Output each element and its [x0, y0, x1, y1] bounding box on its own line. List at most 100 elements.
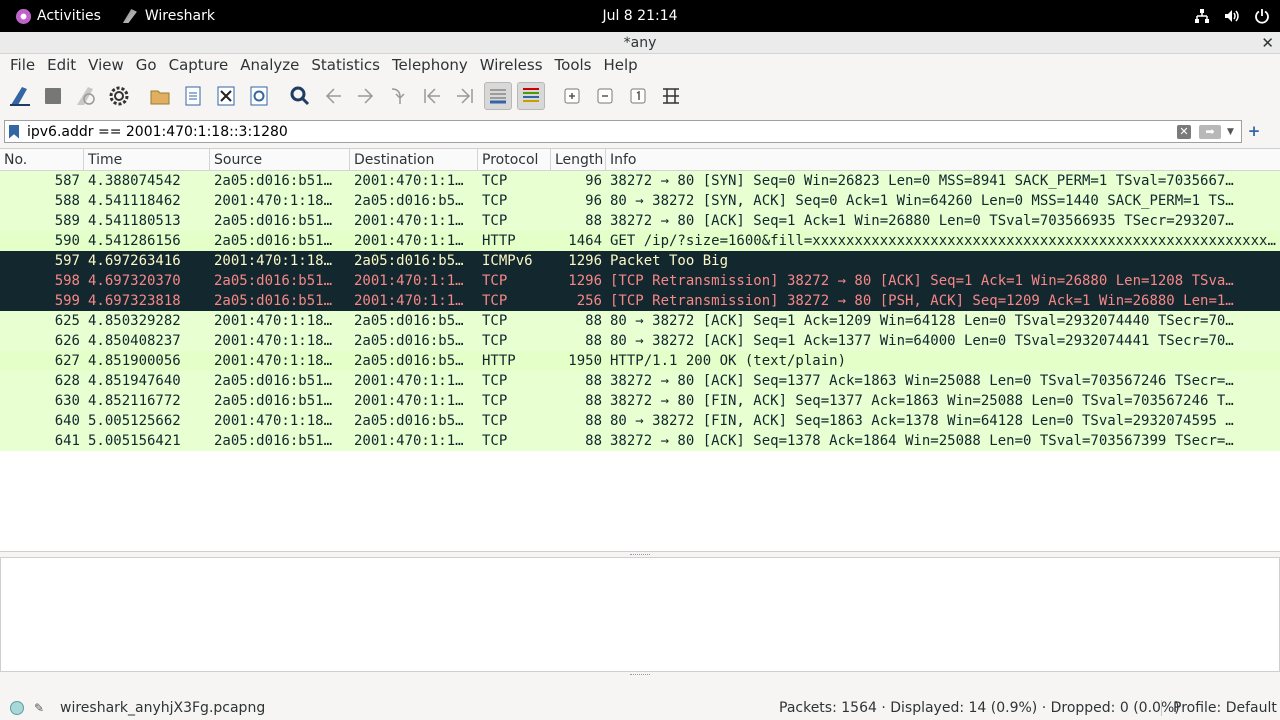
display-filter-bar: ipv6.addr == 2001:470:1:18::3:1280 ✕ ➡ ▼	[4, 120, 1242, 143]
bookmark-icon[interactable]	[9, 124, 19, 139]
column-header-time[interactable]: Time	[84, 149, 210, 170]
go-to-packet-button[interactable]	[385, 82, 413, 110]
packet-cell-no: 598	[54, 273, 80, 289]
close-window-icon[interactable]: ✕	[1261, 32, 1274, 54]
packet-cell-src: 2a05:d016:b51…	[214, 233, 333, 249]
find-packet-button[interactable]	[286, 82, 314, 110]
clock[interactable]: Jul 8 21:14	[602, 8, 677, 24]
normal-size-button[interactable]	[624, 82, 652, 110]
packet-cell-dst: 2a05:d016:b5…	[354, 193, 464, 209]
packet-cell-time: 4.850329282	[88, 313, 181, 329]
apply-filter-icon[interactable]: ➡	[1199, 124, 1221, 139]
packet-row[interactable]: 597 4.697263416 2001:470:1:18… 2a05:d016:b5…	[0, 251, 1280, 271]
packet-row[interactable]: 625 4.850329282 2001:470:1:18… 2a05:d016:b5…	[0, 311, 1280, 331]
menu-view[interactable]: View	[82, 56, 130, 74]
go-back-button[interactable]	[319, 82, 347, 110]
packet-row[interactable]: 589 4.541180513 2a05:d016:b51… 2001:470:1:1…	[0, 211, 1280, 231]
packet-row[interactable]: 630 4.852116772 2a05:d016:b51… 2001:470:1:1…	[0, 391, 1280, 411]
activities-button[interactable]: Activities	[0, 0, 111, 32]
add-filter-button-icon[interactable]: +	[1246, 122, 1262, 140]
zoom-in-button[interactable]	[558, 82, 586, 110]
packet-row[interactable]: 641 5.005156421 2a05:d016:b51… 2001:470:1:1…	[0, 431, 1280, 451]
packet-row[interactable]: 626 4.850408237 2001:470:1:18… 2a05:d016:b5…	[0, 331, 1280, 351]
last-packet-button[interactable]	[451, 82, 479, 110]
capture-comment-icon[interactable]: ✎	[34, 701, 48, 715]
shark-fin-icon	[10, 87, 30, 106]
restart-fin-icon	[77, 87, 95, 105]
go-forward-button[interactable]	[352, 82, 380, 110]
capture-options-button[interactable]	[105, 82, 133, 110]
packet-cell-time: 4.541118462	[88, 193, 181, 209]
column-header-destination[interactable]: Destination	[350, 149, 478, 170]
first-packet-button[interactable]	[418, 82, 446, 110]
gnome-top-bar: Activities Wireshark Jul 8 21:14	[0, 0, 1280, 32]
autoscroll-button[interactable]	[484, 82, 512, 110]
packet-row[interactable]: 628 4.851947640 2a05:d016:b51… 2001:470:1:1…	[0, 371, 1280, 391]
packet-cell-no: 626	[54, 333, 80, 349]
packet-row[interactable]: 590 4.541286156 2a05:d016:b51… 2001:470:1:1…	[0, 231, 1280, 251]
packet-cell-time: 4.697263416	[88, 253, 181, 269]
packet-cell-dst: 2001:470:1:1…	[354, 373, 464, 389]
wireshark-fin-icon	[122, 9, 137, 23]
packet-details-pane[interactable]	[0, 557, 1280, 672]
menu-help[interactable]: Help	[597, 56, 643, 74]
packet-cell-dst: 2001:470:1:1…	[354, 393, 464, 409]
column-header-protocol[interactable]: Protocol	[478, 149, 551, 170]
menu-analyze[interactable]: Analyze	[234, 56, 305, 74]
packet-cell-info: [TCP Retransmission] 38272 → 80 [PSH, AC…	[610, 293, 1234, 309]
packet-row[interactable]: 640 5.005125662 2001:470:1:18… 2a05:d016:b5…	[0, 411, 1280, 431]
start-capture-button[interactable]	[6, 82, 34, 110]
column-header-info[interactable]: Info	[606, 149, 1280, 170]
packet-cell-time: 4.851947640	[88, 373, 181, 389]
menu-go[interactable]: Go	[130, 56, 163, 74]
packet-cell-len: 96	[585, 173, 602, 189]
packet-cell-dst: 2001:470:1:1…	[354, 233, 464, 249]
packet-cell-src: 2a05:d016:b51…	[214, 373, 333, 389]
packet-counts: Packets: 1564 · Displayed: 14 (0.9%) · D…	[779, 700, 1180, 716]
packet-row[interactable]: 587 4.388074542 2a05:d016:b51… 2001:470:1:1…	[0, 171, 1280, 191]
packet-row[interactable]: 599 4.697323818 2a05:d016:b51… 2001:470:1:1…	[0, 291, 1280, 311]
menu-file[interactable]: File	[4, 56, 41, 74]
menu-edit[interactable]: Edit	[41, 56, 82, 74]
column-header-length[interactable]: Length	[551, 149, 606, 170]
column-header-no[interactable]: No.	[0, 149, 84, 170]
zoom-out-button[interactable]	[591, 82, 619, 110]
expert-info-icon[interactable]	[10, 701, 24, 715]
packet-row[interactable]: 598 4.697320370 2a05:d016:b51… 2001:470:1:1…	[0, 271, 1280, 291]
packet-cell-info: 80 → 38272 [ACK] Seq=1 Ack=1377 Win=6400…	[610, 333, 1234, 349]
menu-capture[interactable]: Capture	[163, 56, 235, 74]
pane-splitter-bottom[interactable]	[0, 672, 1280, 678]
close-file-icon	[217, 86, 235, 106]
resize-columns-button[interactable]	[657, 82, 685, 110]
app-menu-button[interactable]: Wireshark	[111, 0, 227, 32]
close-file-button[interactable]	[212, 82, 240, 110]
open-file-button[interactable]	[146, 82, 174, 110]
main-toolbar	[0, 78, 1280, 114]
chevron-down-icon[interactable]: ▼	[1227, 127, 1239, 137]
activities-icon	[16, 8, 31, 24]
display-filter-input[interactable]: ipv6.addr == 2001:470:1:18::3:1280	[27, 124, 1177, 140]
packet-cell-info: 80 → 38272 [SYN, ACK] Seq=0 Ack=1 Win=64…	[610, 193, 1234, 209]
packet-cell-src: 2001:470:1:18…	[214, 353, 333, 369]
menu-telephony[interactable]: Telephony	[386, 56, 474, 74]
first-icon	[424, 88, 440, 104]
restart-capture-button[interactable]	[72, 82, 100, 110]
packet-row[interactable]: 627 4.851900056 2001:470:1:18… 2a05:d016:b5…	[0, 351, 1280, 371]
stop-capture-button[interactable]	[39, 82, 67, 110]
reload-file-button[interactable]	[245, 82, 273, 110]
system-menu[interactable]	[1194, 0, 1270, 32]
clear-filter-icon[interactable]: ✕	[1177, 124, 1191, 139]
menu-wireless[interactable]: Wireless	[474, 56, 549, 74]
column-header-source[interactable]: Source	[210, 149, 350, 170]
packet-cell-len: 256	[576, 293, 602, 309]
menu-tools[interactable]: Tools	[549, 56, 598, 74]
save-file-button[interactable]	[179, 82, 207, 110]
profile-switcher[interactable]: Profile: Default	[1173, 700, 1277, 716]
colorize-button[interactable]	[517, 82, 545, 110]
menu-statistics[interactable]: Statistics	[305, 56, 386, 74]
packet-cell-src: 2a05:d016:b51…	[214, 173, 333, 189]
stop-icon	[45, 88, 61, 104]
packet-list[interactable]: No. Time Source Destination Protocol Len…	[0, 148, 1280, 552]
packet-row[interactable]: 588 4.541118462 2001:470:1:18… 2a05:d016:b5…	[0, 191, 1280, 211]
packet-cell-dst: 2a05:d016:b5…	[354, 413, 464, 429]
